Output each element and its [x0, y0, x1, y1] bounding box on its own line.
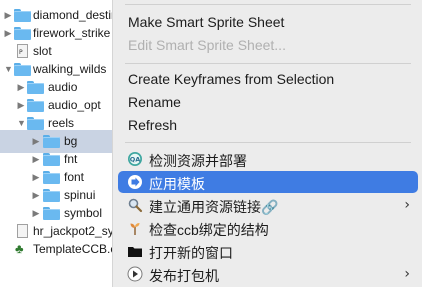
tree-item-label: audio [48, 80, 78, 94]
menu-item-label: Rename [128, 94, 181, 110]
menu-item-label: 打开新的窗口 [149, 245, 233, 261]
chevron-down-icon[interactable]: ▼ [4, 63, 13, 75]
chevron-right-icon[interactable]: ▶ [4, 9, 12, 21]
menu-item-refresh[interactable]: Refresh [118, 114, 418, 136]
menu-item-label: Edit Smart Sprite Sheet... [128, 37, 286, 53]
folder-icon [43, 153, 60, 166]
folder-icon [27, 117, 44, 130]
chevron-right-icon[interactable]: ▶ [32, 189, 40, 201]
menu-item-label: 检查ccb绑定的结构 [149, 222, 269, 238]
menu-item-rename[interactable]: Rename [118, 91, 418, 113]
menu-item-label: 检测资源并部署 [149, 153, 247, 169]
folder-icon [43, 189, 60, 202]
tree-item-label: audio_opt [48, 98, 101, 112]
tree-item-label: slot [33, 44, 52, 58]
submenu-chevron-icon: › [404, 197, 410, 213]
menu-item-apply-template[interactable]: 应用模板 [118, 171, 418, 193]
menu-item-make-smart-sprite-sheet[interactable]: Make Smart Sprite Sheet [118, 11, 418, 33]
tree-item-label: fnt [64, 152, 78, 166]
folder-black-icon [127, 243, 143, 259]
folder-icon [14, 27, 31, 40]
menu-item-check-ccb-structure[interactable]: 检查ccb绑定的结构 [118, 217, 418, 239]
file-icon: P [17, 44, 28, 58]
chevron-right-icon[interactable]: ▶ [32, 135, 40, 147]
publish-icon [127, 266, 143, 282]
menu-separator [125, 142, 411, 143]
template-arrow-icon [127, 174, 143, 190]
chevron-down-icon[interactable]: ▼ [17, 117, 26, 129]
tree-item-label: spinui [64, 188, 96, 202]
folder-icon [43, 207, 60, 220]
ccb-leaf-icon: ♣ [15, 241, 24, 256]
menu-separator [125, 63, 411, 64]
magnifier-icon [127, 197, 143, 213]
folder-icon [43, 135, 60, 148]
chevron-right-icon[interactable]: ▶ [17, 81, 25, 93]
menu-item-label: Refresh [128, 117, 178, 133]
menu-item-create-keyframes[interactable]: Create Keyframes from Selection [118, 68, 418, 90]
folder-icon [43, 171, 60, 184]
folder-icon [14, 9, 31, 22]
folder-icon [14, 63, 31, 76]
tree-item-label: bg [64, 134, 78, 148]
menu-item-label: 应用模板 [149, 176, 205, 192]
file-tree: ▶ diamond_destin ▶ firework_strike P slo… [0, 0, 112, 287]
menu-separator [125, 4, 411, 5]
qa-badge-icon: QA [127, 151, 143, 167]
folder-icon [27, 99, 44, 112]
file-badge: P [19, 49, 23, 56]
folder-icon [27, 81, 44, 94]
submenu-chevron-icon: › [404, 266, 410, 282]
tree-item-label: TemplateCCB.c [33, 242, 112, 256]
menu-item-edit-smart-sprite-sheet: Edit Smart Sprite Sheet... [118, 34, 418, 56]
chevron-right-icon[interactable]: ▶ [17, 99, 25, 111]
file-icon [17, 224, 28, 238]
tree-item-template-ccb[interactable]: ♣ TemplateCCB.c [0, 238, 112, 261]
menu-item-label: Create Keyframes from Selection [128, 71, 335, 87]
menu-item-open-new-window[interactable]: 打开新的窗口 [118, 240, 418, 262]
menu-item-publish-packager[interactable]: 发布打包机 › [118, 263, 418, 285]
tree-item-label: symbol [64, 206, 103, 220]
menu-item-label: Make Smart Sprite Sheet [128, 14, 285, 30]
chevron-right-icon[interactable]: ▶ [32, 207, 40, 219]
menu-item-build-resource-link[interactable]: 建立通用资源链接🔗 › [118, 194, 418, 216]
chevron-right-icon[interactable]: ▶ [32, 171, 40, 183]
tree-item-label: reels [48, 116, 75, 130]
tree-item-label: firework_strike [33, 26, 111, 40]
tree-item-label: hr_jackpot2_sy [33, 224, 112, 238]
sprout-icon [127, 220, 143, 236]
tree-item-label: walking_wilds [33, 62, 107, 76]
context-menu: Make Smart Sprite Sheet Edit Smart Sprit… [112, 0, 422, 287]
menu-item-check-deploy[interactable]: QA 检测资源并部署 [118, 148, 418, 170]
chevron-right-icon[interactable]: ▶ [32, 153, 40, 165]
chevron-right-icon[interactable]: ▶ [4, 27, 12, 39]
menu-item-label: 发布打包机 [149, 268, 219, 284]
svg-text:QA: QA [130, 156, 141, 164]
tree-item-label: diamond_destin [33, 8, 112, 22]
menu-item-label: 建立通用资源链接🔗 [149, 199, 279, 215]
tree-item-label: font [64, 170, 85, 184]
